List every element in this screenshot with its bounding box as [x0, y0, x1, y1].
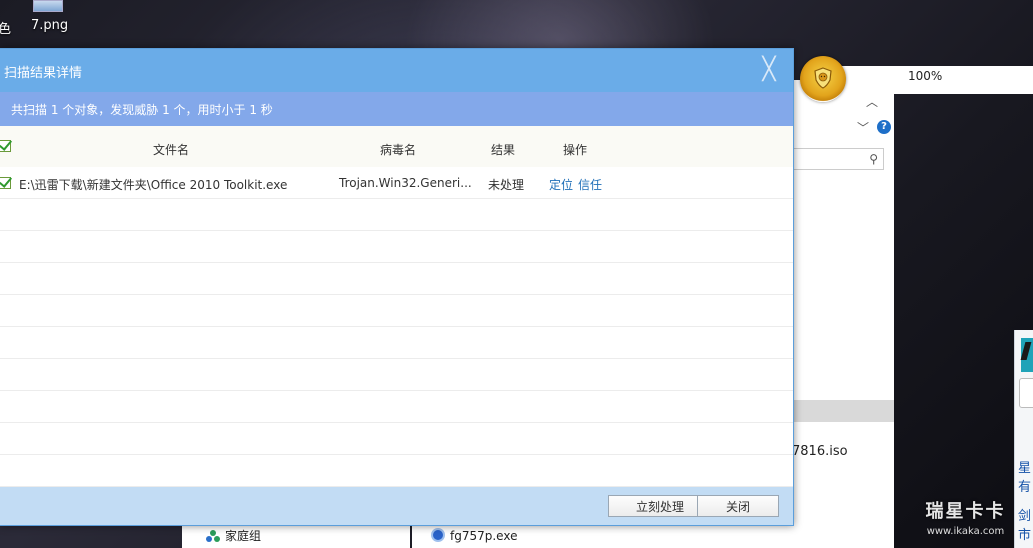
- row-result: 未处理: [488, 178, 525, 192]
- column-header-action: 操作: [563, 143, 588, 157]
- empty-table-row: [0, 391, 793, 423]
- close-icon[interactable]: ╳: [759, 59, 779, 81]
- row-file-path: E:\迅雷下载\新建文件夹\Office 2010 Toolkit.exe: [19, 178, 288, 192]
- column-header-result: 结果: [491, 143, 516, 157]
- row-checkbox[interactable]: [0, 177, 11, 189]
- scan-summary-bar: 共扫描 1 个对象，发现威胁 1 个，用时小于 1 秒: [0, 92, 793, 126]
- row-virus-name: Trojan.Win32.Generi...: [339, 176, 472, 190]
- desktop-icon-label[interactable]: 7.png: [31, 18, 68, 33]
- select-all-checkbox[interactable]: [0, 140, 11, 152]
- iso-file-name[interactable]: 7816.iso: [792, 444, 848, 459]
- dialog-title: 扫描结果详情: [4, 66, 83, 81]
- column-header-file: 文件名: [153, 143, 190, 157]
- file-item-exe[interactable]: fg757p.exe: [431, 526, 517, 543]
- image-file-icon[interactable]: [33, 0, 63, 12]
- search-icon: ⚲: [869, 152, 878, 166]
- help-icon[interactable]: ?: [877, 120, 891, 134]
- exe-file-icon: [431, 528, 445, 542]
- empty-table-row: [0, 263, 793, 295]
- locate-link[interactable]: 定位: [549, 176, 573, 193]
- empty-table-row: [0, 295, 793, 327]
- watermark-line2: www.ikaka.com: [926, 526, 1005, 537]
- empty-table-row: [0, 359, 793, 391]
- exe-file-name: fg757p.exe: [450, 529, 518, 543]
- desktop-icon-label-left[interactable]: 色: [0, 18, 11, 37]
- column-header-virus: 病毒名: [380, 143, 417, 157]
- close-button[interactable]: 关闭: [697, 495, 779, 517]
- explorer-search-box[interactable]: ⚲: [792, 148, 884, 170]
- homegroup-icon: [206, 530, 220, 542]
- progress-percent: 100%: [908, 69, 943, 83]
- dialog-footer: 立刻处理 关闭: [0, 487, 793, 525]
- nav-item-homegroup[interactable]: 家庭组: [206, 526, 261, 544]
- side-text-1[interactable]: 星有: [1018, 457, 1033, 495]
- table-row[interactable]: E:\迅雷下载\新建文件夹\Office 2010 Toolkit.exe Tro…: [0, 167, 793, 199]
- homegroup-label: 家庭组: [225, 529, 262, 543]
- chevron-down-icon[interactable]: ﹀: [857, 119, 869, 136]
- dialog-title-bar[interactable]: 扫描结果详情 ╳: [0, 49, 793, 92]
- rising-lion-shield-icon[interactable]: [800, 56, 846, 102]
- watermark-logo: 瑞星卡卡 www.ikaka.com: [898, 498, 1033, 548]
- chat-bubble-icon: [1019, 378, 1033, 408]
- trust-link[interactable]: 信任: [578, 176, 602, 193]
- explorer-divider: [790, 400, 894, 422]
- watermark-line1: 瑞星卡卡: [925, 501, 1006, 522]
- empty-table-row: [0, 199, 793, 231]
- results-table-header: 文件名 病毒名 结果 操作: [0, 126, 793, 168]
- empty-table-row: [0, 455, 793, 487]
- empty-table-row: [0, 327, 793, 359]
- empty-table-row: [0, 423, 793, 455]
- empty-table-row: [0, 231, 793, 263]
- scan-summary-text: 共扫描 1 个对象，发现威胁 1 个，用时小于 1 秒: [11, 103, 273, 117]
- scan-results-dialog: 扫描结果详情 ╳ 共扫描 1 个对象，发现威胁 1 个，用时小于 1 秒 文件名…: [0, 48, 794, 526]
- lion-icon: [814, 67, 832, 89]
